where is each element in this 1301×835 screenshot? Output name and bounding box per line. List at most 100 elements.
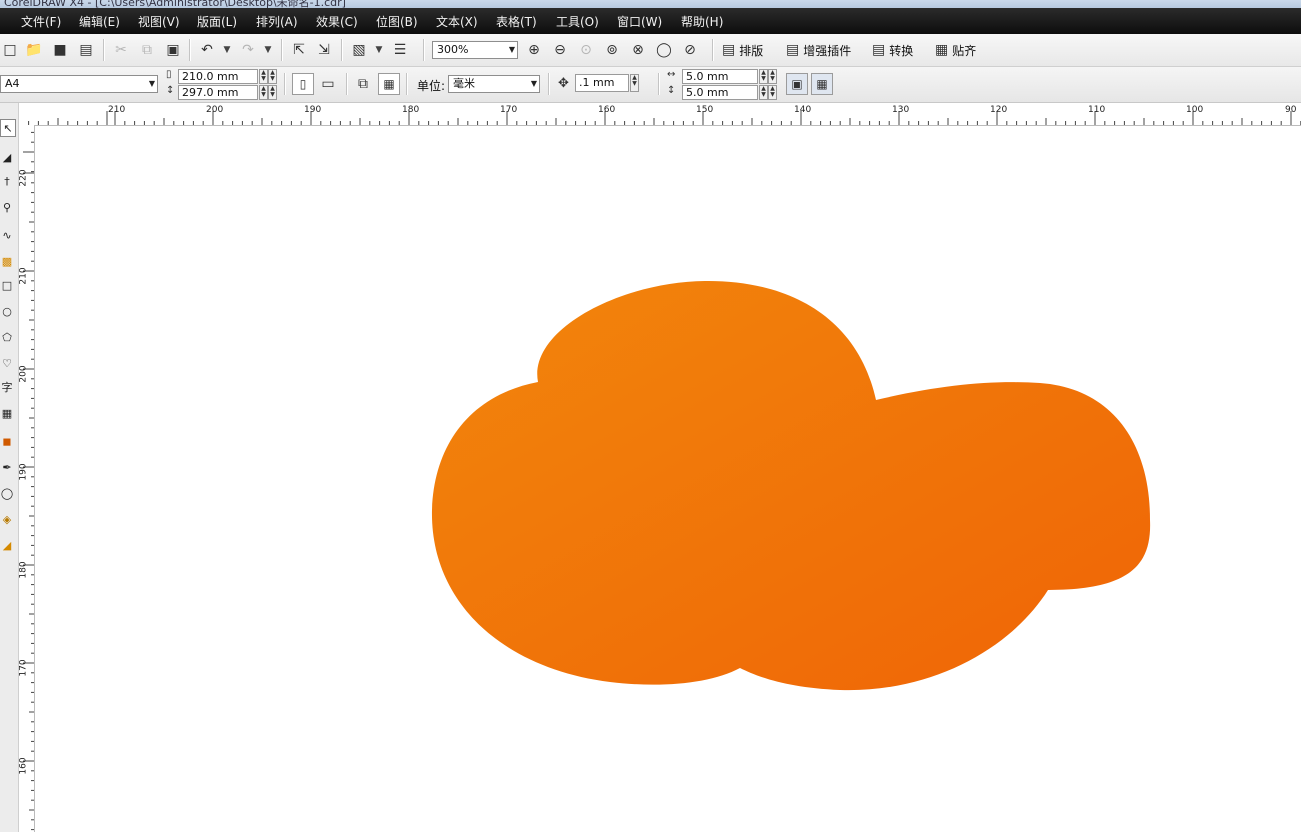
landscape-icon[interactable]: ▭ [318,74,338,94]
duplicate-x-field[interactable]: 5.0 mm [682,69,758,84]
draw-bounding-box-button[interactable]: ▦ [811,73,833,95]
interactive-fill-icon[interactable]: ◢ [0,537,14,553]
page-width-spinner[interactable]: ▲ ▼ [268,69,277,84]
snap-button[interactable]: ▦ 贴齐 [935,39,976,61]
duplicate-y-field[interactable]: 5.0 mm [682,85,758,100]
options-icon[interactable]: ☰ [390,40,410,60]
menu-layout[interactable]: 版面(L) [197,13,237,30]
launcher-icon[interactable]: ▧ [349,40,369,60]
paper-size-select[interactable]: A4 ▼ [0,75,158,93]
menu-tools[interactable]: 工具(O) [556,13,599,30]
outline-icon[interactable]: ◯ [0,485,14,501]
zoom-level-select[interactable]: 300% ▼ [432,41,518,59]
zoom-out-icon[interactable]: ⊖ [550,40,570,60]
vertical-ruler[interactable]: 220 210 200 190 180 170 160 [19,125,35,832]
page-height-spinner[interactable]: ▲ ▼ [259,85,268,100]
redo-icon[interactable]: ↷ [238,40,258,60]
menu-bitmaps[interactable]: 位图(B) [376,13,418,30]
open-icon[interactable]: 📁 [24,40,44,60]
fill-icon[interactable]: ◈ [0,511,14,527]
nudge-field[interactable]: .1 mm [575,74,629,92]
launcher-dropdown-icon[interactable]: ▼ [374,40,384,60]
menu-help[interactable]: 帮助(H) [681,13,723,30]
snap-icon: ▦ [935,42,949,58]
current-page-button[interactable]: ▦ [378,73,400,95]
undo-dropdown-icon[interactable]: ▼ [222,40,232,60]
treat-as-filled-button[interactable]: ▣ [786,73,808,95]
menu-arrange[interactable]: 排列(A) [256,13,298,30]
zoom-in-icon[interactable]: ⊕ [524,40,544,60]
save-icon[interactable]: ■ [50,40,70,60]
page-height-field[interactable]: 297.0 mm [178,85,258,100]
zoom-selected-icon[interactable]: ⊙ [576,40,596,60]
new-icon[interactable]: □ [0,40,20,60]
chevron-down-icon: ▼ [530,79,537,88]
chevron-down-icon: ▼ [508,45,515,54]
text-icon[interactable]: 字 [0,379,14,395]
duplicate-y-spinner[interactable]: ▲ ▼ [768,85,777,100]
interactive-icon[interactable]: ◼ [0,433,14,449]
current-page-icon: ▦ [383,77,395,91]
menu-view[interactable]: 视图(V) [138,13,180,30]
duplicate-y-spinner[interactable]: ▲ ▼ [759,85,768,100]
cloud-shape[interactable] [431,280,1151,691]
bounding-box-icon: ▦ [816,77,828,91]
polygon-icon[interactable]: ⬠ [0,329,14,345]
smart-fill-icon[interactable]: ▩ [0,253,14,269]
page-width-spinner[interactable]: ▲ ▼ [259,69,268,84]
undo-icon[interactable]: ↶ [197,40,217,60]
freehand-icon[interactable]: ∿ [0,227,14,243]
zoom-height-icon[interactable]: ⊘ [680,40,700,60]
duplicate-x-spinner[interactable]: ▲ ▼ [768,69,777,84]
print-icon[interactable]: ▤ [76,40,96,60]
convert-button[interactable]: ▤ 转换 [872,39,913,61]
copy-icon[interactable]: ⧉ [137,40,157,60]
page-width-icon: ▯ [166,69,172,80]
shape-icon[interactable]: ◢ [0,149,14,165]
menu-window[interactable]: 窗口(W) [617,13,662,30]
table-icon[interactable]: ▦ [0,405,14,421]
crop-icon[interactable]: † [0,173,14,189]
ellipse-icon[interactable]: ○ [0,303,14,319]
eyedropper-icon[interactable]: ✒ [0,459,14,475]
typeset-label: 排版 [739,43,764,58]
zoom-page-icon[interactable]: ⊗ [628,40,648,60]
all-pages-icon[interactable]: ⧉ [353,74,373,94]
duplicate-x-icon: ↔ [667,69,676,80]
unit-select[interactable]: 毫米 ▼ [448,75,540,93]
title-bar: CorelDRAW X4 - [C:\Users\Administrator\D… [0,0,1301,8]
ruler-label: 210 [108,105,126,115]
typeset-button[interactable]: ▤ 排版 [722,39,763,61]
redo-dropdown-icon[interactable]: ▼ [263,40,273,60]
basic-shapes-icon[interactable]: ♡ [0,355,14,371]
menu-table[interactable]: 表格(T) [496,13,537,30]
menu-edit[interactable]: 编辑(E) [79,13,120,30]
page-height-spinner[interactable]: ▲ ▼ [268,85,277,100]
rectangle-icon[interactable]: □ [0,277,14,293]
zoom-icon[interactable]: ⚲ [0,199,14,215]
cut-icon[interactable]: ✂ [111,40,131,60]
export-icon[interactable]: ⇲ [314,40,334,60]
zoom-all-icon[interactable]: ⊚ [602,40,622,60]
import-icon[interactable]: ⇱ [289,40,309,60]
toolbar-separator [712,39,714,61]
paste-icon[interactable]: ▣ [163,40,183,60]
menu-effects[interactable]: 效果(C) [316,13,358,30]
page-width-field[interactable]: 210.0 mm [178,69,258,84]
standard-toolbar: □ 📁 ■ ▤ ✂ ⧉ ▣ ↶ ▼ ↷ ▼ ⇱ ⇲ ▧ ▼ ☰ 300% ▼ ⊕… [0,34,1301,67]
ruler-label: 150 [696,105,714,115]
ruler-label: 200 [206,105,224,115]
nudge-spinner[interactable]: ▲ ▼ [630,74,639,92]
portrait-button[interactable]: ▯ [292,73,314,95]
enhance-plugin-button[interactable]: ▤ 增强插件 [786,39,851,61]
zoom-width-icon[interactable]: ◯ [654,40,674,60]
menu-text[interactable]: 文本(X) [436,13,478,30]
ruler-label: 110 [1088,105,1106,115]
ruler-label: 190 [18,463,29,481]
drawing-canvas[interactable] [35,126,1301,832]
toolbox: ↖ ◢ † ⚲ ∿ ▩ □ ○ ⬠ ♡ 字 ▦ ◼ ✒ ◯ ◈ ◢ [0,103,19,832]
menu-file[interactable]: 文件(F) [21,13,61,30]
horizontal-ruler[interactable]: 210 200 190 180 170 160 150 140 130 120 … [19,103,1301,126]
pick-icon[interactable]: ↖ [0,119,16,137]
duplicate-x-spinner[interactable]: ▲ ▼ [759,69,768,84]
